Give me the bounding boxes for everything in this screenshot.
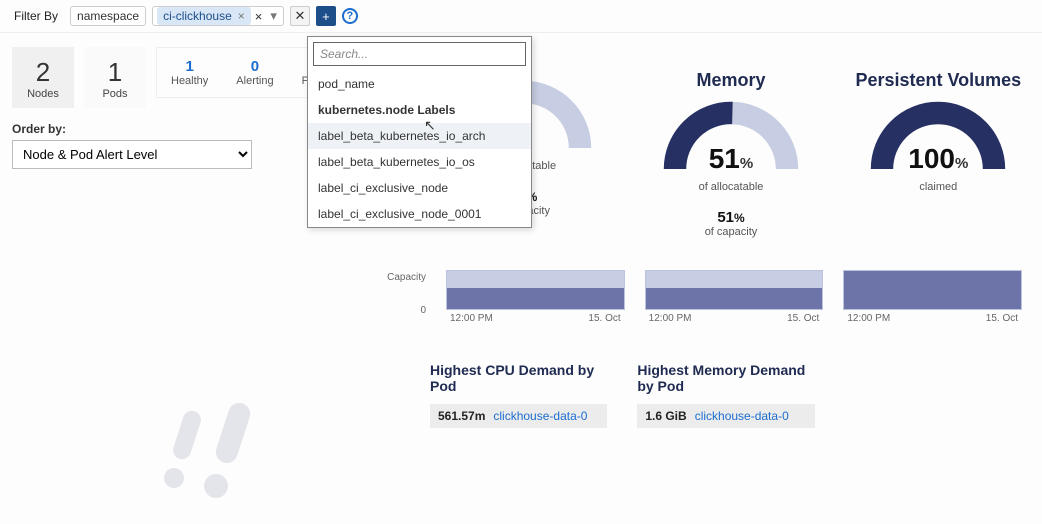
area-chart	[446, 270, 625, 310]
filter-key-chip[interactable]: namespace	[70, 6, 146, 26]
nodes-label: Nodes	[26, 88, 60, 100]
order-by-select[interactable]: Node & Pod Alert Level	[12, 140, 252, 169]
memory-demand-pod-link[interactable]: clickhouse-data-0	[695, 409, 789, 423]
pv-gauge: 100%	[868, 99, 1008, 179]
pods-count: 1	[98, 57, 132, 88]
alerting-stat[interactable]: 0 Alerting	[222, 54, 287, 91]
pv-title: Persistent Volumes	[845, 70, 1032, 91]
x-tick: 12:00 PM	[847, 313, 890, 324]
add-filter-button[interactable]: +	[316, 6, 336, 26]
plus-icon: +	[322, 9, 330, 24]
filter-bar: Filter By namespace ci-clickhouse × × ▾ …	[0, 0, 1042, 33]
cpu-sparkline[interactable]: 12:00 PM 15. Oct	[446, 270, 625, 324]
dropdown-item-exclusive-node[interactable]: label_ci_exclusive_node	[308, 175, 531, 201]
dropdown-item-os[interactable]: label_beta_kubernetes_io_os	[308, 149, 531, 175]
filter-value-group: ci-clickhouse × × ▾	[152, 6, 284, 26]
pv-gauge-col: Persistent Volumes 100% claimed	[845, 70, 1032, 238]
x-tick: 15. Oct	[986, 313, 1018, 324]
healthy-label: Healthy	[171, 75, 208, 87]
alerting-label: Alerting	[236, 75, 273, 87]
remove-tag-icon[interactable]: ×	[238, 9, 245, 23]
memory-demand-value: 1.6 GiB	[645, 409, 686, 423]
filter-by-label: Filter By	[8, 7, 64, 25]
pct-label: %	[955, 155, 968, 172]
memory-cap-sub: of capacity	[637, 226, 824, 238]
x-tick: 15. Oct	[588, 313, 620, 324]
x-tick: 15. Oct	[787, 313, 819, 324]
cpu-demand-pod-link[interactable]: clickhouse-data-0	[493, 409, 587, 423]
pv-sub: claimed	[845, 181, 1032, 193]
memory-sub: of allocatable	[637, 181, 824, 193]
filter-autocomplete-dropdown: pod_name kubernetes.node Labels label_be…	[307, 36, 532, 228]
clear-field-icon[interactable]: ×	[251, 9, 267, 24]
filter-value-text: ci-clickhouse	[163, 9, 232, 23]
chevron-down-icon[interactable]: ▾	[266, 8, 281, 24]
dropdown-item-arch[interactable]: label_beta_kubernetes_io_arch	[308, 123, 531, 149]
help-icon[interactable]: ?	[342, 8, 358, 24]
spark-y-labels: Capacity 0	[380, 270, 426, 316]
memory-demand-col: Highest Memory Demand by Pod 1.6 GiB cli…	[637, 362, 814, 428]
memory-demand-title: Highest Memory Demand by Pod	[637, 362, 814, 394]
memory-cap: 51	[717, 209, 734, 226]
memory-value: 51	[709, 143, 740, 174]
dropdown-item-exclusive-node-0001[interactable]: label_ci_exclusive_node_0001	[308, 201, 531, 227]
remove-filter-button[interactable]: ✕	[290, 6, 310, 26]
y-label-capacity: Capacity	[380, 272, 426, 283]
close-icon: ✕	[294, 8, 305, 24]
dropdown-section-header: kubernetes.node Labels	[308, 97, 531, 123]
demand-section: Highest CPU Demand by Pod 561.57m clickh…	[430, 362, 1022, 428]
healthy-stat[interactable]: 1 Healthy	[157, 54, 222, 91]
healthy-count: 1	[171, 58, 208, 75]
pv-demand-col-empty	[845, 362, 1022, 428]
empty-state-icon	[160, 400, 280, 503]
memory-demand-row[interactable]: 1.6 GiB clickhouse-data-0	[637, 404, 814, 428]
pods-label: Pods	[98, 88, 132, 100]
area-chart	[645, 270, 824, 310]
area-chart	[843, 270, 1022, 310]
filter-value-chip[interactable]: ci-clickhouse ×	[157, 7, 251, 25]
memory-title: Memory	[637, 70, 824, 91]
alerting-count: 0	[236, 58, 273, 75]
dropdown-item-pod-name[interactable]: pod_name	[308, 71, 531, 97]
search-input[interactable]	[313, 42, 526, 66]
x-tick: 12:00 PM	[450, 313, 493, 324]
memory-sparkline[interactable]: 12:00 PM 15. Oct	[645, 270, 824, 324]
filter-key-text: namespace	[77, 9, 139, 23]
x-tick: 12:00 PM	[649, 313, 692, 324]
y-label-zero: 0	[380, 305, 426, 316]
cpu-demand-title: Highest CPU Demand by Pod	[430, 362, 607, 394]
sparkline-row: Capacity 0 12:00 PM 15. Oct 12:00 PM 15. O…	[380, 270, 1022, 324]
nodes-stat[interactable]: 2 Nodes	[12, 47, 74, 108]
cpu-demand-value: 561.57m	[438, 409, 485, 423]
nodes-count: 2	[26, 57, 60, 88]
pv-value: 100	[908, 143, 955, 174]
pct-label: %	[740, 155, 753, 172]
pv-sparkline[interactable]: 12:00 PM 15. Oct	[843, 270, 1022, 324]
memory-gauge-col: Memory 51% of allocatable 51% of capacit…	[637, 70, 824, 238]
memory-gauge: 51%	[661, 99, 801, 179]
cpu-demand-row[interactable]: 561.57m clickhouse-data-0	[430, 404, 607, 428]
cpu-demand-col: Highest CPU Demand by Pod 561.57m clickh…	[430, 362, 607, 428]
pods-stat[interactable]: 1 Pods	[84, 47, 146, 108]
pct-label: %	[734, 211, 745, 225]
